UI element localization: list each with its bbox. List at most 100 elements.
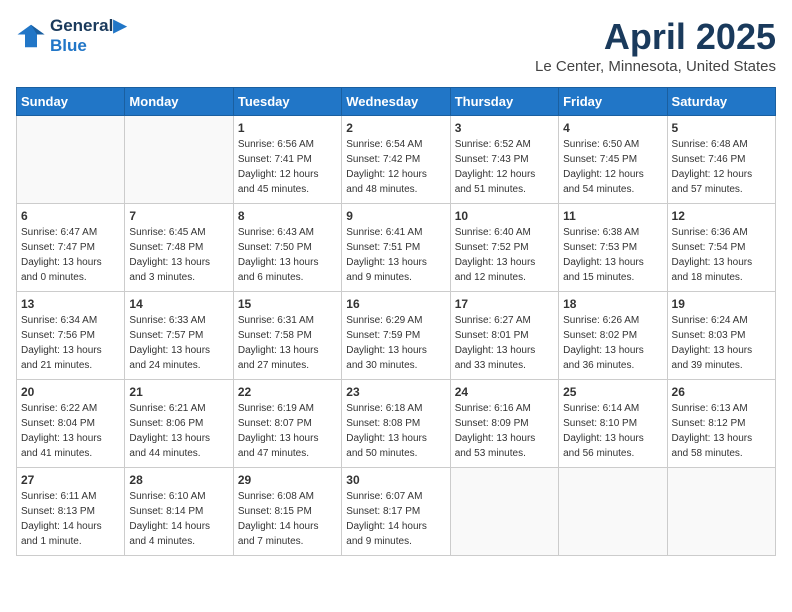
day-detail: Sunrise: 6:19 AM Sunset: 8:07 PM Dayligh… [238, 401, 337, 461]
calendar-cell: 11Sunrise: 6:38 AM Sunset: 7:53 PM Dayli… [559, 204, 667, 292]
calendar-cell: 1 Sunrise: 6:56 AM Sunset: 7:41 PM Daylig… [233, 116, 341, 204]
day-number: 2 [346, 121, 445, 135]
day-number: 21 [129, 385, 228, 399]
day-detail: Sunrise: 6:18 AM Sunset: 8:08 PM Dayligh… [346, 401, 445, 461]
day-number: 19 [672, 297, 771, 311]
calendar-week-row: 13 Sunrise: 6:34 AM Sunset: 7:56 PM Dayli… [17, 292, 776, 380]
calendar-cell: 30 Sunrise: 6:07 AM Sunset: 8:17 PM Dayli… [342, 468, 450, 556]
calendar-cell: 24 Sunrise: 6:16 AM Sunset: 8:09 PM Dayli… [450, 380, 558, 468]
day-detail: Sunrise: 6:45 AM Sunset: 7:48 PM Dayligh… [129, 225, 228, 285]
calendar-cell: 13 Sunrise: 6:34 AM Sunset: 7:56 PM Dayli… [17, 292, 125, 380]
logo-text: General▶ Blue [50, 16, 126, 56]
calendar-cell: 18Sunrise: 6:26 AM Sunset: 8:02 PM Dayli… [559, 292, 667, 380]
day-detail: Sunrise: 6:11 AM Sunset: 8:13 PM Dayligh… [21, 489, 120, 549]
calendar-cell: 16 Sunrise: 6:29 AM Sunset: 7:59 PM Dayli… [342, 292, 450, 380]
calendar-cell: 22 Sunrise: 6:19 AM Sunset: 8:07 PM Dayli… [233, 380, 341, 468]
calendar-cell: 4 Sunrise: 6:50 AM Sunset: 7:45 PM Daylig… [559, 116, 667, 204]
calendar-cell: 15 Sunrise: 6:31 AM Sunset: 7:58 PM Dayli… [233, 292, 341, 380]
day-number: 4 [563, 121, 662, 135]
calendar-week-row: 1 Sunrise: 6:56 AM Sunset: 7:41 PM Daylig… [17, 116, 776, 204]
calendar-header-row: SundayMondayTuesdayWednesdayThursdayFrid… [17, 88, 776, 116]
page-header: General▶ Blue April 2025 Le Center, Minn… [16, 16, 776, 75]
calendar-cell: 5Sunrise: 6:48 AM Sunset: 7:46 PM Daylig… [667, 116, 775, 204]
main-title: April 2025 [535, 16, 776, 58]
day-detail: Sunrise: 6:36 AM Sunset: 7:54 PM Dayligh… [672, 225, 771, 285]
calendar-cell: 29Sunrise: 6:08 AM Sunset: 8:15 PM Dayli… [233, 468, 341, 556]
day-detail: Sunrise: 6:40 AM Sunset: 7:52 PM Dayligh… [455, 225, 554, 285]
calendar-cell: 25 Sunrise: 6:14 AM Sunset: 8:10 PM Dayli… [559, 380, 667, 468]
calendar-cell [667, 468, 775, 556]
day-detail: Sunrise: 6:34 AM Sunset: 7:56 PM Dayligh… [21, 313, 120, 373]
calendar-cell: 14Sunrise: 6:33 AM Sunset: 7:57 PM Dayli… [125, 292, 233, 380]
day-detail: Sunrise: 6:10 AM Sunset: 8:14 PM Dayligh… [129, 489, 228, 549]
calendar-cell: 3 Sunrise: 6:52 AM Sunset: 7:43 PM Daylig… [450, 116, 558, 204]
calendar-cell: 21 Sunrise: 6:21 AM Sunset: 8:06 PM Dayli… [125, 380, 233, 468]
calendar-cell: 26 Sunrise: 6:13 AM Sunset: 8:12 PM Dayli… [667, 380, 775, 468]
day-detail: Sunrise: 6:16 AM Sunset: 8:09 PM Dayligh… [455, 401, 554, 461]
day-detail: Sunrise: 6:43 AM Sunset: 7:50 PM Dayligh… [238, 225, 337, 285]
day-of-week-header: Monday [125, 88, 233, 116]
day-number: 16 [346, 297, 445, 311]
calendar-cell: 2 Sunrise: 6:54 AM Sunset: 7:42 PM Daylig… [342, 116, 450, 204]
day-detail: Sunrise: 6:41 AM Sunset: 7:51 PM Dayligh… [346, 225, 445, 285]
day-number: 27 [21, 473, 120, 487]
calendar-cell [125, 116, 233, 204]
day-of-week-header: Sunday [17, 88, 125, 116]
calendar-week-row: 20 Sunrise: 6:22 AM Sunset: 8:04 PM Dayli… [17, 380, 776, 468]
calendar-week-row: 6Sunrise: 6:47 AM Sunset: 7:47 PM Daylig… [17, 204, 776, 292]
day-detail: Sunrise: 6:08 AM Sunset: 8:15 PM Dayligh… [238, 489, 337, 549]
calendar-cell: 19 Sunrise: 6:24 AM Sunset: 8:03 PM Dayli… [667, 292, 775, 380]
day-number: 10 [455, 209, 554, 223]
day-detail: Sunrise: 6:27 AM Sunset: 8:01 PM Dayligh… [455, 313, 554, 373]
calendar-cell [17, 116, 125, 204]
day-number: 20 [21, 385, 120, 399]
day-detail: Sunrise: 6:31 AM Sunset: 7:58 PM Dayligh… [238, 313, 337, 373]
day-number: 12 [672, 209, 771, 223]
day-detail: Sunrise: 6:22 AM Sunset: 8:04 PM Dayligh… [21, 401, 120, 461]
calendar-cell: 17 Sunrise: 6:27 AM Sunset: 8:01 PM Dayli… [450, 292, 558, 380]
day-detail: Sunrise: 6:24 AM Sunset: 8:03 PM Dayligh… [672, 313, 771, 373]
day-number: 28 [129, 473, 228, 487]
calendar-cell: 23 Sunrise: 6:18 AM Sunset: 8:08 PM Dayli… [342, 380, 450, 468]
day-number: 23 [346, 385, 445, 399]
calendar-cell: 10 Sunrise: 6:40 AM Sunset: 7:52 PM Dayli… [450, 204, 558, 292]
day-detail: Sunrise: 6:50 AM Sunset: 7:45 PM Dayligh… [563, 137, 662, 197]
day-detail: Sunrise: 6:54 AM Sunset: 7:42 PM Dayligh… [346, 137, 445, 197]
day-number: 17 [455, 297, 554, 311]
day-number: 25 [563, 385, 662, 399]
day-number: 9 [346, 209, 445, 223]
day-detail: Sunrise: 6:33 AM Sunset: 7:57 PM Dayligh… [129, 313, 228, 373]
calendar-cell: 9 Sunrise: 6:41 AM Sunset: 7:51 PM Daylig… [342, 204, 450, 292]
day-number: 26 [672, 385, 771, 399]
day-number: 8 [238, 209, 337, 223]
day-number: 5 [672, 121, 771, 135]
day-detail: Sunrise: 6:14 AM Sunset: 8:10 PM Dayligh… [563, 401, 662, 461]
day-number: 18 [563, 297, 662, 311]
day-number: 22 [238, 385, 337, 399]
calendar-cell: 6Sunrise: 6:47 AM Sunset: 7:47 PM Daylig… [17, 204, 125, 292]
day-number: 15 [238, 297, 337, 311]
day-number: 1 [238, 121, 337, 135]
day-number: 30 [346, 473, 445, 487]
calendar-cell [559, 468, 667, 556]
day-detail: Sunrise: 6:52 AM Sunset: 7:43 PM Dayligh… [455, 137, 554, 197]
subtitle: Le Center, Minnesota, United States [535, 58, 776, 75]
day-of-week-header: Thursday [450, 88, 558, 116]
calendar-cell: 27 Sunrise: 6:11 AM Sunset: 8:13 PM Dayli… [17, 468, 125, 556]
day-detail: Sunrise: 6:21 AM Sunset: 8:06 PM Dayligh… [129, 401, 228, 461]
day-number: 3 [455, 121, 554, 135]
day-number: 24 [455, 385, 554, 399]
day-detail: Sunrise: 6:29 AM Sunset: 7:59 PM Dayligh… [346, 313, 445, 373]
logo-icon [16, 21, 46, 51]
calendar-cell: 20 Sunrise: 6:22 AM Sunset: 8:04 PM Dayli… [17, 380, 125, 468]
day-of-week-header: Tuesday [233, 88, 341, 116]
day-number: 11 [563, 209, 662, 223]
day-number: 7 [129, 209, 228, 223]
calendar-cell: 12 Sunrise: 6:36 AM Sunset: 7:54 PM Dayli… [667, 204, 775, 292]
day-number: 13 [21, 297, 120, 311]
title-block: April 2025 Le Center, Minnesota, United … [535, 16, 776, 75]
day-detail: Sunrise: 6:56 AM Sunset: 7:41 PM Dayligh… [238, 137, 337, 197]
day-detail: Sunrise: 6:13 AM Sunset: 8:12 PM Dayligh… [672, 401, 771, 461]
day-detail: Sunrise: 6:07 AM Sunset: 8:17 PM Dayligh… [346, 489, 445, 549]
calendar-cell: 28 Sunrise: 6:10 AM Sunset: 8:14 PM Dayli… [125, 468, 233, 556]
